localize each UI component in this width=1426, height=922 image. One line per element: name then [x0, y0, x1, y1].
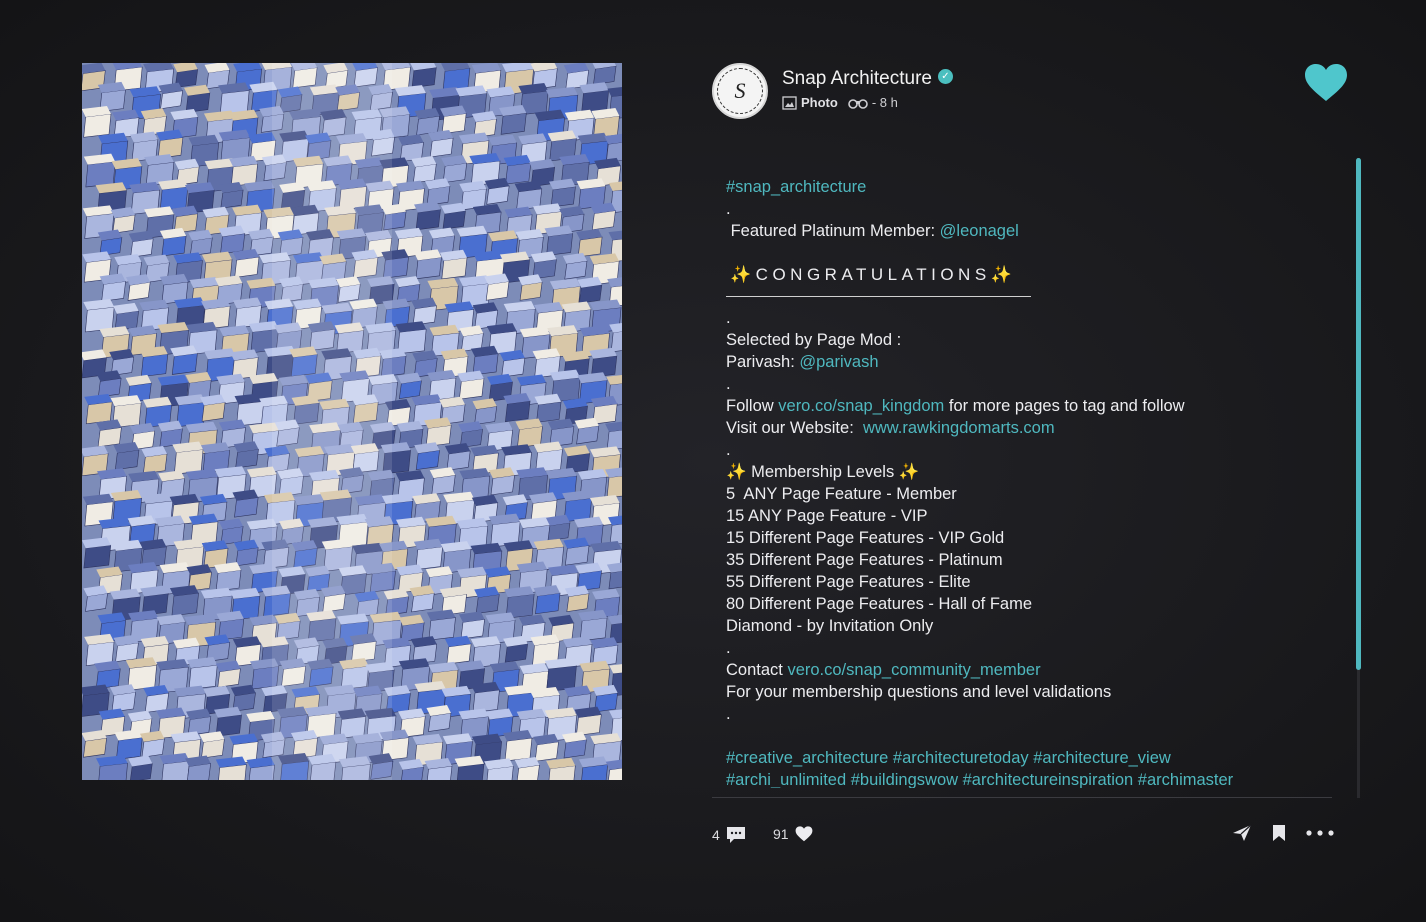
like-count: 91	[773, 826, 789, 842]
levels-title: ✨ Membership Levels ✨	[726, 463, 920, 481]
footer-divider	[712, 797, 1332, 798]
dot-line: .	[726, 705, 731, 723]
like-heart-icon	[795, 826, 812, 842]
post-caption: #snap_architecture . Featured Platinum M…	[726, 176, 1346, 788]
contact-link[interactable]: vero.co/snap_community_member	[787, 661, 1040, 679]
post-footer: 4 91	[712, 822, 1334, 850]
mod-label: Parivash:	[726, 353, 800, 371]
level-item: 15 ANY Page Feature - VIP	[726, 507, 928, 525]
level-item: 15 Different Page Features - VIP Gold	[726, 529, 1005, 547]
hashtag-link[interactable]: #snap_architecture	[726, 178, 866, 196]
crystal-architecture-image	[82, 63, 622, 780]
contact-note: For your membership questions and level …	[726, 683, 1112, 701]
binoculars-icon	[848, 98, 868, 109]
heart-icon[interactable]	[1304, 63, 1348, 103]
author-name-text: Snap Architecture	[782, 68, 932, 89]
comment-count: 4	[712, 827, 720, 843]
scrollbar-thumb[interactable]	[1356, 158, 1361, 670]
post-meta: Photo - 8 h	[782, 95, 898, 110]
bookmark-icon[interactable]	[1272, 824, 1286, 842]
featured-handle-link[interactable]: @leonagel	[940, 222, 1019, 240]
level-item: 80 Different Page Features - Hall of Fam…	[726, 595, 1033, 613]
dot-line: .	[726, 639, 731, 657]
photo-icon	[782, 95, 797, 110]
likes-button[interactable]: 91	[773, 826, 813, 842]
comments-button[interactable]: 4	[712, 826, 746, 844]
avatar-logo: S	[717, 68, 763, 114]
contact-prefix: Contact	[726, 661, 788, 679]
website-link[interactable]: www.rawkingdomarts.com	[863, 419, 1055, 437]
level-item: Diamond - by Invitation Only	[726, 617, 934, 635]
avatar[interactable]: S	[712, 63, 768, 119]
level-item: 55 Different Page Features - Elite	[726, 573, 971, 591]
hashtags-line[interactable]: #creative_architecture #architecturetoda…	[726, 747, 1346, 769]
level-item: 35 Different Page Features - Platinum	[726, 551, 1003, 569]
send-icon[interactable]	[1232, 824, 1252, 842]
featured-label: Featured Platinum Member:	[726, 222, 940, 240]
level-item: 5 ANY Page Feature - Member	[726, 485, 957, 503]
post-photo[interactable]	[82, 63, 622, 780]
congrats-heading: ✨CONGRATULATIONS✨	[730, 265, 1017, 284]
more-options-icon[interactable]	[1306, 830, 1334, 836]
comment-icon	[726, 827, 745, 843]
dot-line: .	[726, 200, 731, 218]
dot-line: .	[726, 309, 731, 327]
dot-line: .	[726, 441, 731, 459]
post-time: - 8 h	[871, 95, 898, 110]
verified-icon: ✓	[937, 69, 953, 85]
dot-line: .	[726, 375, 731, 393]
follow-link[interactable]: vero.co/snap_kingdom	[778, 397, 944, 415]
divider-rule	[726, 296, 1031, 297]
hashtags-line[interactable]: #archi_unlimited #buildingswow #architec…	[726, 769, 1346, 788]
mod-handle-link[interactable]: @parivash	[799, 353, 878, 371]
post-header: S Snap Architecture ✓ Photo - 8 h	[712, 63, 1352, 123]
follow-prefix: Follow	[726, 397, 779, 415]
website-prefix: Visit our Website:	[726, 419, 863, 437]
selected-by-text: Selected by Page Mod :	[726, 331, 902, 349]
author-name[interactable]: Snap Architecture ✓	[782, 68, 953, 90]
follow-suffix: for more pages to tag and follow	[944, 397, 1185, 415]
post-type-label: Photo	[801, 95, 838, 110]
